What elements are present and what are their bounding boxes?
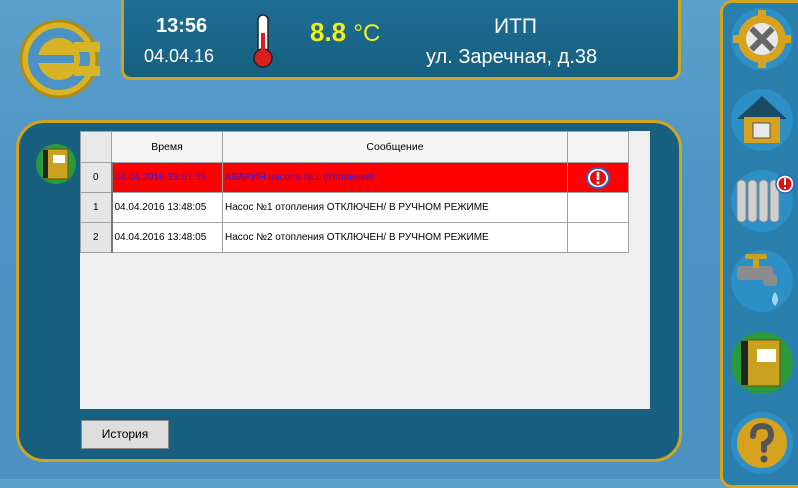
table-row[interactable]: 1 04.04.2016 13:48:05 Насос №1 отопления… [80,192,629,223]
radiator-alarm-icon[interactable] [729,168,795,234]
help-icon[interactable] [729,410,795,476]
column-header-time[interactable]: Время [111,131,223,163]
row-index: 1 [80,192,113,223]
temperature-unit: °C [353,20,381,47]
alarm-log-icon [36,144,76,184]
alarm-exclamation-icon [586,166,610,189]
row-status [567,222,629,253]
clock-time: 13:56 [156,15,208,37]
station-address: ул. Заречная, д.38 [426,46,598,68]
column-header-message[interactable]: Сообщение [222,131,568,163]
row-time: 04.04.2016 13:48:05 [111,192,223,223]
station-title: ИТП [494,15,538,38]
outdoor-temperature: 8.8 °C [310,17,380,48]
table-row[interactable]: 0 04.04.2016 13:51:15 АВАРИЯ насоса №1 о… [80,162,629,193]
row-status [567,162,629,193]
row-message: АВАРИЯ насоса №1 отопления! [222,162,568,193]
company-logo [19,19,100,99]
row-index: 0 [80,162,113,193]
temperature-value: 8.8 [310,17,347,47]
row-message: Насос №2 отопления ОТКЛЮЧЕН/ В РУЧНОМ РЕ… [222,222,568,253]
alarm-table-area[interactable]: Время Сообщение 0 04.04.2016 13:51:15 АВ… [80,131,650,409]
alarm-table: Время Сообщение 0 04.04.2016 13:51:15 АВ… [80,131,629,253]
column-header-status[interactable] [567,131,629,163]
water-tap-icon[interactable] [729,248,795,314]
alarm-log-icon[interactable] [729,330,795,396]
row-time: 04.04.2016 13:48:05 [111,222,223,253]
history-button[interactable]: История [81,420,169,449]
status-header: 13:56 04.04.16 8.8 °C ИТП ул. Заречная, … [121,0,681,80]
settings-icon[interactable] [729,6,795,72]
row-message: Насос №1 отопления ОТКЛЮЧЕН/ В РУЧНОМ РЕ… [222,192,568,223]
thermometer-icon [253,14,273,68]
table-row[interactable]: 2 04.04.2016 13:48:05 Насос №2 отопления… [80,222,629,253]
clock-date: 04.04.16 [144,46,215,66]
row-time: 04.04.2016 13:51:15 [111,162,223,193]
row-index: 2 [80,222,113,253]
home-icon[interactable] [729,87,795,153]
row-status [567,192,629,223]
table-corner [80,131,112,163]
